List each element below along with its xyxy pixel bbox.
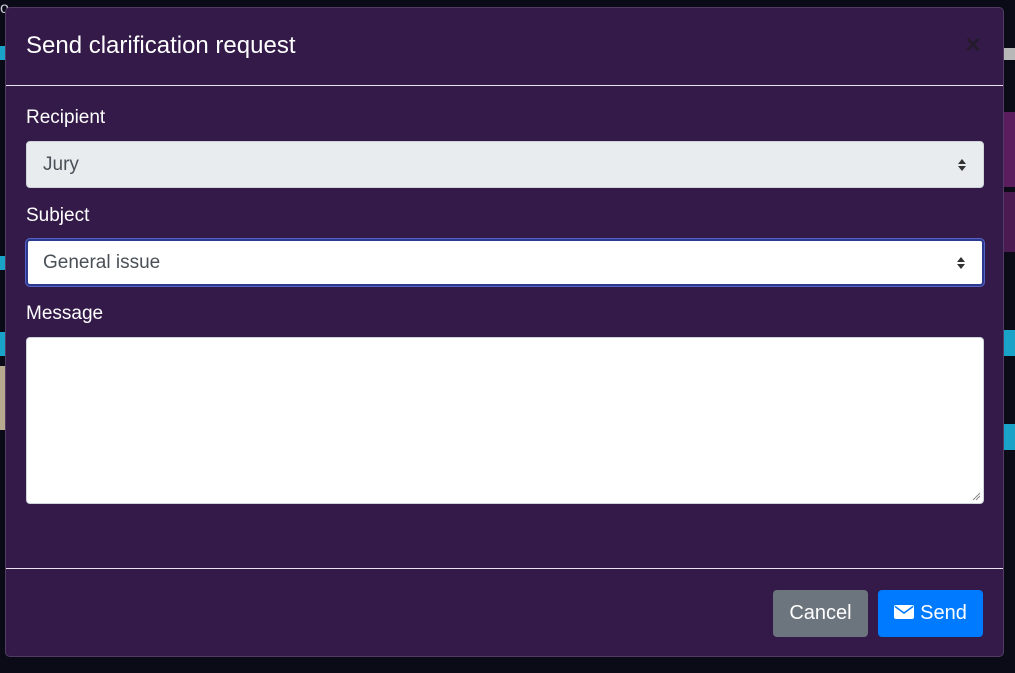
subject-select[interactable]: General issue xyxy=(26,239,984,286)
close-icon[interactable]: × xyxy=(965,29,980,59)
message-label: Message xyxy=(26,303,104,324)
recipient-label: Recipient xyxy=(26,107,106,128)
cancel-label: Cancel xyxy=(789,602,852,624)
select-caret-icon xyxy=(958,158,966,171)
modal-title: Send clarification request xyxy=(26,32,296,59)
cancel-button[interactable]: Cancel xyxy=(773,590,868,637)
recipient-select[interactable]: Jury xyxy=(26,141,984,188)
message-group: Message xyxy=(26,303,984,504)
recipient-selected-value: Jury xyxy=(43,154,79,175)
background-page-fragment xyxy=(1003,424,1015,450)
close-button[interactable]: × xyxy=(961,29,985,59)
resize-handle-icon[interactable] xyxy=(971,491,981,501)
subject-selected-value: General issue xyxy=(43,252,161,273)
send-label: Send xyxy=(920,602,967,624)
clarification-modal: Send clarification request × Recipient J… xyxy=(5,7,1004,657)
subject-label: Subject xyxy=(26,205,90,226)
recipient-group: Recipient Jury xyxy=(26,107,984,188)
send-button[interactable]: Send xyxy=(878,590,983,637)
envelope-icon xyxy=(894,604,915,619)
modal-body: Recipient Jury Subject General issue Mes… xyxy=(6,86,1003,504)
modal-header: Send clarification request × xyxy=(6,8,1003,86)
subject-group: Subject General issue xyxy=(26,205,984,286)
background-page-fragment xyxy=(1003,48,1015,60)
message-textarea[interactable] xyxy=(26,337,984,504)
background-page-fragment xyxy=(1003,330,1015,356)
select-caret-icon xyxy=(957,256,965,269)
modal-footer: Cancel Send xyxy=(6,568,1003,656)
